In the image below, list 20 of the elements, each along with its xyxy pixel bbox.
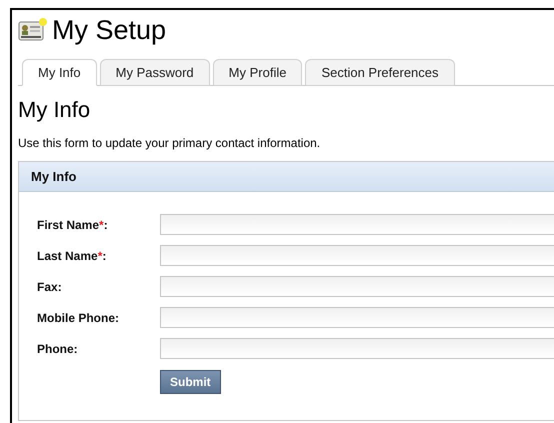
field-label: Mobile Phone: <box>36 310 120 326</box>
field-label: Phone: <box>36 340 79 358</box>
section-heading: My Info <box>18 96 92 124</box>
field-label: Last Name*: <box>36 248 108 264</box>
form-description: Use this form to update your primary contact information. <box>18 135 322 152</box>
input-field[interactable] <box>160 214 554 235</box>
input-field[interactable] <box>160 338 554 359</box>
tab[interactable]: My Password <box>100 59 210 86</box>
tab[interactable]: My Info <box>22 59 97 86</box>
field-label: First Name*: <box>36 216 109 234</box>
panel-title: My Info <box>31 168 76 186</box>
input-field[interactable] <box>160 245 554 266</box>
input-field[interactable] <box>160 276 554 297</box>
submit-button[interactable]: Submit <box>160 370 221 394</box>
tab[interactable]: Section Preferences <box>305 59 455 86</box>
page-title: My Setup <box>52 14 166 47</box>
field-label: Fax: <box>36 278 63 296</box>
id-card-icon <box>18 17 48 43</box>
tab[interactable]: My Profile <box>212 59 302 86</box>
input-field[interactable] <box>160 307 554 328</box>
